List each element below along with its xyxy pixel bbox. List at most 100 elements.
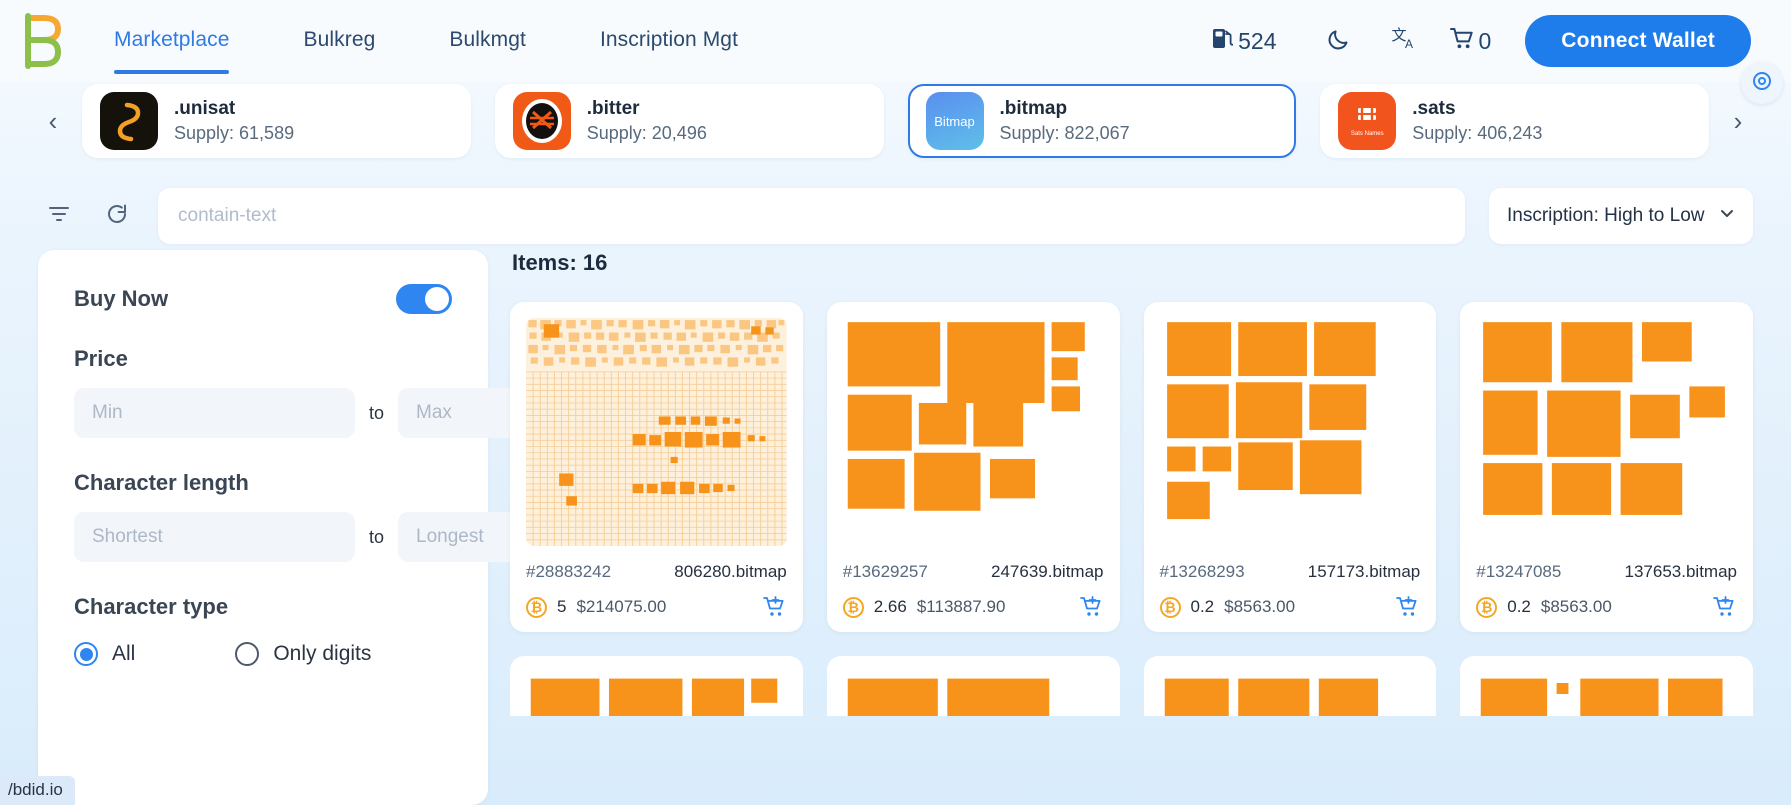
- price-range-row: to: [74, 388, 680, 438]
- main-nav-tabs: Marketplace Bulkreg Bulkmgt Inscription …: [114, 16, 812, 74]
- search-input[interactable]: [178, 205, 1445, 227]
- tab-inscription-mgt[interactable]: Inscription Mgt: [600, 16, 738, 66]
- bitcoin-icon: ₿: [526, 596, 547, 618]
- sats-logo-icon: Sats Names: [1338, 92, 1397, 150]
- item-inscription-id: #28883242: [526, 562, 612, 581]
- item-inscription-id: #13629257: [842, 562, 928, 581]
- theme-toggle-button[interactable]: [1317, 19, 1361, 63]
- collection-supply: Supply: 61,589: [174, 123, 295, 143]
- filter-toggle-button[interactable]: [38, 195, 80, 237]
- add-to-cart-icon[interactable]: [1713, 596, 1737, 618]
- svg-text:A: A: [1405, 37, 1413, 51]
- chevron-down-icon: [1719, 205, 1735, 227]
- item-inscription-id: #13247085: [1476, 562, 1562, 581]
- collection-card-sats[interactable]: Sats Names .sats Supply: 406,243: [1320, 84, 1709, 158]
- collection-name: .sats: [1412, 98, 1456, 119]
- status-bar-link: /bdid.io: [0, 776, 75, 805]
- bitter-logo-icon: [512, 92, 571, 150]
- charlen-min-input[interactable]: [74, 512, 355, 562]
- item-thumbnail-blocks-a: [842, 318, 1104, 546]
- item-thumbnail-blocks-c: [1476, 318, 1737, 546]
- nav-right-cluster: 524 文 A 0 Connect Wallet: [1211, 15, 1751, 67]
- radio-icon-selected: [74, 642, 98, 666]
- radio-dot: [79, 647, 93, 661]
- bitcoin-icon: ₿: [842, 596, 864, 618]
- bitmap-logo-text: Bitmap: [934, 113, 975, 129]
- item-inscription-id: #13268293: [1159, 562, 1245, 581]
- sats-logo-text: Sats Names: [1350, 131, 1384, 137]
- refresh-button[interactable]: [96, 195, 138, 237]
- item-price-row: ₿ 2.66 $113887.90: [842, 596, 1104, 618]
- item-id-row: #13629257 247639.bitmap: [843, 562, 1104, 582]
- price-label: Price: [74, 346, 128, 371]
- item-card[interactable]: #13247085 137653.bitmap ₿ 0.2 $8563.00: [1460, 302, 1753, 632]
- item-card[interactable]: #28883242 806280.bitmap ₿ 5 $214075.00: [510, 302, 803, 632]
- support-fab-button[interactable]: [1741, 62, 1783, 104]
- item-card[interactable]: #13629257 247639.bitmap ₿ 2.66 $113887.9…: [826, 302, 1120, 632]
- radio-icon-unselected: [235, 642, 260, 666]
- tab-bulkmgt[interactable]: Bulkmgt: [449, 16, 526, 66]
- item-thumbnail-blocks-b: [1159, 318, 1421, 546]
- collection-supply: Supply: 822,067: [999, 123, 1130, 143]
- collection-supply: Supply: 20,496: [586, 123, 707, 143]
- collection-name: .unisat: [174, 98, 236, 119]
- item-price-row: ₿ 0.2 $8563.00: [1476, 596, 1737, 618]
- gas-fee-indicator[interactable]: 524: [1211, 26, 1277, 56]
- radio-option-only-digits[interactable]: Only digits: [235, 642, 371, 666]
- search-field-wrapper[interactable]: [158, 188, 1465, 244]
- filter-icon: [47, 202, 71, 231]
- collection-meta: .unisat Supply: 61,589: [174, 98, 294, 144]
- items-count-label: Items: 16: [512, 250, 608, 275]
- collection-card-bitmap[interactable]: Bitmap .bitmap Supply: 822,067: [907, 84, 1297, 158]
- item-usd-price: $8563.00: [1540, 597, 1612, 616]
- tab-marketplace[interactable]: Marketplace: [114, 16, 230, 74]
- content-area: Buy Now Price to Character length to Cha…: [0, 250, 1791, 805]
- item-name: 137653.bitmap: [1624, 562, 1737, 581]
- item-card[interactable]: [1143, 656, 1437, 716]
- cart-button[interactable]: 0: [1449, 26, 1492, 57]
- price-min-input[interactable]: [74, 388, 355, 438]
- item-btc-price: 2.66: [873, 597, 907, 616]
- carousel-prev-button[interactable]: ‹: [36, 106, 70, 137]
- cart-icon: [1449, 26, 1476, 57]
- charlen-to-label: to: [369, 526, 385, 547]
- item-card[interactable]: [510, 656, 803, 716]
- connect-wallet-button[interactable]: Connect Wallet: [1525, 15, 1751, 67]
- item-card[interactable]: [1460, 656, 1753, 716]
- gas-pump-icon: [1211, 26, 1234, 56]
- refresh-icon: [105, 202, 129, 231]
- top-navigation-bar: Marketplace Bulkreg Bulkmgt Inscription …: [0, 0, 1791, 82]
- radio-option-all[interactable]: All: [74, 642, 135, 666]
- item-price-row: ₿ 5 $214075.00: [526, 596, 787, 618]
- character-type-options: All Only digits: [74, 642, 452, 666]
- item-name: 157173.bitmap: [1307, 562, 1421, 581]
- item-card[interactable]: #13268293 157173.bitmap ₿ 0.2 $8563.00: [1143, 302, 1437, 632]
- carousel-next-button[interactable]: ›: [1721, 106, 1755, 137]
- character-length-label: Character length: [74, 470, 249, 495]
- unisat-logo-icon: [100, 92, 158, 150]
- sort-dropdown-label: Inscription: High to Low: [1507, 205, 1705, 226]
- collection-name: .bitter: [586, 98, 640, 119]
- item-card[interactable]: [826, 656, 1120, 716]
- search-toolbar: Inscription: High to Low: [0, 186, 1791, 246]
- bdid-logo[interactable]: [14, 10, 76, 72]
- item-usd-price: $8563.00: [1224, 597, 1296, 616]
- item-name: 247639.bitmap: [991, 562, 1104, 581]
- add-to-cart-icon[interactable]: [1396, 596, 1420, 618]
- item-thumbnail-dense-grid: [526, 318, 787, 546]
- cart-count: 0: [1478, 27, 1492, 54]
- collection-meta: .bitmap Supply: 822,067: [1000, 98, 1130, 144]
- radio-label-all: All: [112, 642, 136, 665]
- gas-fee-value: 524: [1238, 27, 1277, 54]
- collection-card-unisat[interactable]: .unisat Supply: 61,589: [82, 84, 471, 158]
- collection-card-bitter[interactable]: .bitter Supply: 20,496: [494, 84, 884, 158]
- support-icon: [1751, 70, 1773, 97]
- language-switch-button[interactable]: 文 A: [1383, 19, 1427, 63]
- radio-label-only-digits: Only digits: [273, 642, 372, 665]
- add-to-cart-icon[interactable]: [762, 596, 787, 618]
- add-to-cart-icon[interactable]: [1079, 596, 1104, 618]
- sort-dropdown[interactable]: Inscription: High to Low: [1489, 188, 1753, 244]
- item-id-row: #28883242 806280.bitmap: [526, 562, 787, 582]
- tab-bulkreg[interactable]: Bulkreg: [303, 16, 375, 66]
- buy-now-toggle[interactable]: [396, 284, 452, 314]
